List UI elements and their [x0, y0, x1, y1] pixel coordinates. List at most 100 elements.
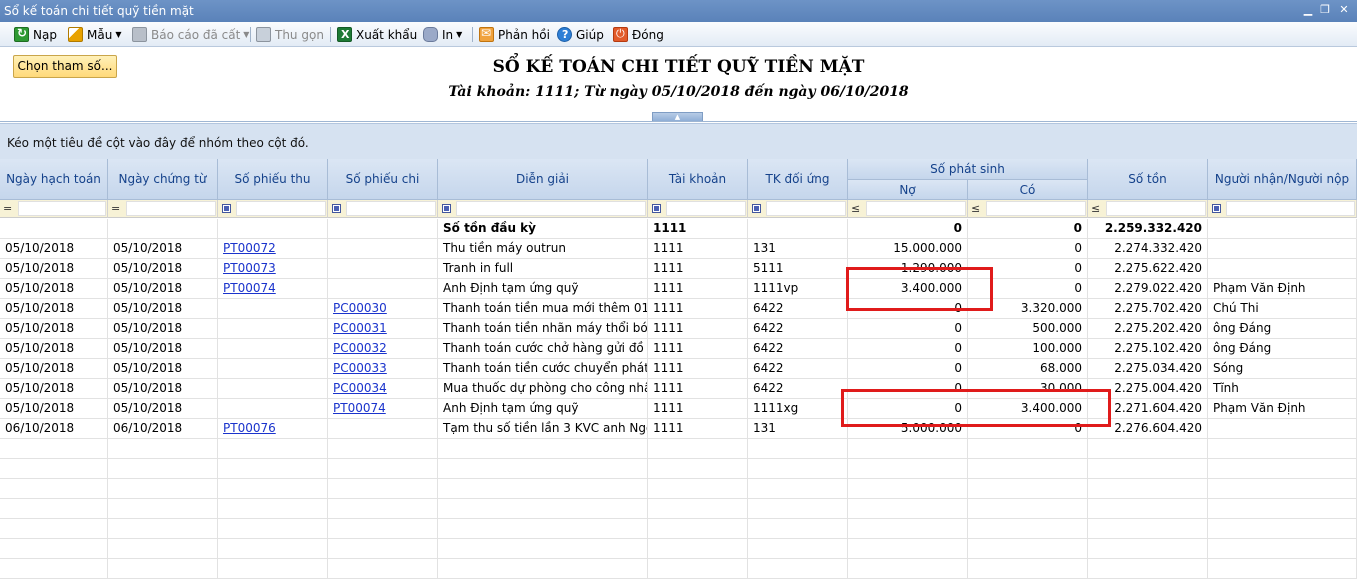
cell-voucher-date: 05/10/2018	[108, 239, 218, 259]
cell-payment-no[interactable]: PC00030	[328, 299, 438, 319]
table-row[interactable]: 06/10/2018 06/10/2018 PT00076 Tạm thu số ti…	[0, 419, 1357, 439]
export-button[interactable]: Xuất khẩu	[337, 26, 417, 43]
cell-debit: 0	[848, 359, 968, 379]
col-header-payment-no[interactable]: Số phiếu chi	[328, 159, 438, 200]
close-window-icon[interactable]: ✕	[1337, 3, 1351, 17]
cell-description: Thanh toán cước chở hàng gửi đồ Sơn L	[438, 339, 648, 359]
col-header-balance[interactable]: Số tồn	[1088, 159, 1208, 200]
cell-posting-date: 05/10/2018	[0, 299, 108, 319]
cell-posting-date: 05/10/2018	[0, 259, 108, 279]
col-header-posting-date[interactable]: Ngày hạch toán	[0, 159, 108, 200]
col-header-description[interactable]: Diễn giải	[438, 159, 648, 200]
cell-posting-date: 05/10/2018	[0, 379, 108, 399]
minimize-icon[interactable]: ▁	[1301, 3, 1315, 17]
col-header-contra-account[interactable]: TK đối ứng	[748, 159, 848, 200]
cell-description: Thu tiền máy outrun	[438, 239, 648, 259]
cell-receipt-no[interactable]: PT00073	[218, 259, 328, 279]
cell-receipt-no	[218, 319, 328, 339]
load-button[interactable]: Nạp	[14, 26, 57, 43]
cell-posting-date: 05/10/2018	[0, 279, 108, 299]
col-header-credit[interactable]: Có	[968, 180, 1088, 200]
filter-receipt-no[interactable]	[218, 200, 328, 218]
cell-payment-no	[328, 239, 438, 259]
print-button[interactable]: In ▼	[423, 26, 462, 43]
opening-account: 1111	[648, 219, 748, 239]
cell-posting-date: 05/10/2018	[0, 339, 108, 359]
col-header-voucher-date[interactable]: Ngày chứng từ	[108, 159, 218, 200]
cell-payment-no[interactable]: PC00034	[328, 379, 438, 399]
opening-debit: 0	[848, 219, 968, 239]
cell-person: Phạm Văn Định	[1208, 399, 1357, 419]
filter-contains-icon	[442, 204, 451, 213]
report-title: SỔ KẾ TOÁN CHI TIẾT QUỸ TIỀN MẶT	[492, 57, 865, 77]
cell-receipt-no	[218, 379, 328, 399]
excel-icon	[337, 27, 352, 42]
template-button[interactable]: Mẫu ▼	[68, 26, 121, 43]
filter-voucher-date[interactable]: =	[108, 200, 218, 218]
col-header-account[interactable]: Tài khoản	[648, 159, 748, 200]
cell-receipt-no[interactable]: PT00072	[218, 239, 328, 259]
empty-row[interactable]	[0, 499, 1357, 519]
cell-receipt-no[interactable]: PT00074	[218, 279, 328, 299]
feedback-button[interactable]: Phản hồi	[479, 26, 550, 43]
help-button[interactable]: Giúp	[557, 26, 604, 43]
empty-row[interactable]	[0, 539, 1357, 559]
filter-credit[interactable]: ≤	[968, 200, 1088, 218]
empty-row[interactable]	[0, 439, 1357, 459]
empty-row[interactable]	[0, 519, 1357, 539]
table-row[interactable]: 05/10/2018 05/10/2018 PT00074 Anh Định tạm …	[0, 279, 1357, 299]
saved-reports-button[interactable]: Báo cáo đã cất ▼	[132, 26, 249, 43]
table-row[interactable]: 05/10/2018 05/10/2018 PT00072 Thu tiền máy …	[0, 239, 1357, 259]
table-row[interactable]: 05/10/2018 05/10/2018 PC00032 Thanh toán cư…	[0, 339, 1357, 359]
empty-row[interactable]	[0, 459, 1357, 479]
filter-description[interactable]	[438, 200, 648, 218]
cell-debit: 15.000.000	[848, 239, 968, 259]
filter-posting-date[interactable]: =	[0, 200, 108, 218]
filter-balance[interactable]: ≤	[1088, 200, 1208, 218]
table-row[interactable]: 05/10/2018 05/10/2018 PC00030 Thanh toán ti…	[0, 299, 1357, 319]
group-hint-text: Kéo một tiêu đề cột vào đây để nhóm theo…	[7, 136, 309, 150]
filter-contra-account[interactable]	[748, 200, 848, 218]
cell-receipt-no	[218, 299, 328, 319]
cell-payment-no[interactable]: PC00031	[328, 319, 438, 339]
col-header-debit[interactable]: Nợ	[848, 180, 968, 200]
group-by-panel[interactable]: Kéo một tiêu đề cột vào đây để nhóm theo…	[0, 123, 1357, 159]
cell-posting-date: 05/10/2018	[0, 359, 108, 379]
cell-person	[1208, 239, 1357, 259]
cell-posting-date: 05/10/2018	[0, 399, 108, 419]
cell-debit: 0	[848, 339, 968, 359]
cell-person: Chú Thi	[1208, 299, 1357, 319]
filter-payment-no[interactable]	[328, 200, 438, 218]
empty-row[interactable]	[0, 559, 1357, 579]
col-header-person[interactable]: Người nhận/Người nộp	[1208, 159, 1357, 200]
cell-posting-date: 05/10/2018	[0, 319, 108, 339]
cell-payment-no[interactable]: PC00033	[328, 359, 438, 379]
filter-account[interactable]	[648, 200, 748, 218]
cell-receipt-no[interactable]: PT00076	[218, 419, 328, 439]
collapse-button[interactable]: Thu gọn	[256, 26, 324, 43]
empty-row[interactable]	[0, 479, 1357, 499]
cell-voucher-date: 05/10/2018	[108, 399, 218, 419]
table-row[interactable]: 05/10/2018 05/10/2018 PC00033 Thanh toán ti…	[0, 359, 1357, 379]
cell-payment-no[interactable]: PT00074	[328, 399, 438, 419]
accounting-window: Sổ kế toán chi tiết quỹ tiền mặt ▁ ❐ ✕ N…	[0, 0, 1357, 579]
opening-balance-row[interactable]: Số tồn đầu kỳ 1111 0 0 2.259.332.420	[0, 219, 1357, 239]
cell-posting-date: 05/10/2018	[0, 239, 108, 259]
cell-person: Tĩnh	[1208, 379, 1357, 399]
cell-posting-date: 06/10/2018	[0, 419, 108, 439]
table-row[interactable]: 05/10/2018 05/10/2018 PT00073 Tranh in full…	[0, 259, 1357, 279]
col-header-receipt-no[interactable]: Số phiếu thu	[218, 159, 328, 200]
filter-person[interactable]	[1208, 200, 1357, 218]
table-row[interactable]: 05/10/2018 05/10/2018 PT00074 Anh Định tạm …	[0, 399, 1357, 419]
filter-debit[interactable]: ≤	[848, 200, 968, 218]
table-row[interactable]: 05/10/2018 05/10/2018 PC00034 Mua thuốc dự …	[0, 379, 1357, 399]
cell-balance: 2.275.034.420	[1088, 359, 1208, 379]
table-row[interactable]: 05/10/2018 05/10/2018 PC00031 Thanh toán ti…	[0, 319, 1357, 339]
restore-icon[interactable]: ❐	[1318, 3, 1332, 17]
window-title: Sổ kế toán chi tiết quỹ tiền mặt	[4, 4, 194, 18]
toolbar-separator	[472, 27, 473, 42]
close-button[interactable]: Đóng	[613, 26, 664, 43]
chevron-down-icon: ▼	[243, 30, 250, 39]
cell-payment-no[interactable]: PC00032	[328, 339, 438, 359]
ledger-grid: Ngày hạch toán Ngày chứng từ Số phiếu th…	[0, 159, 1357, 579]
